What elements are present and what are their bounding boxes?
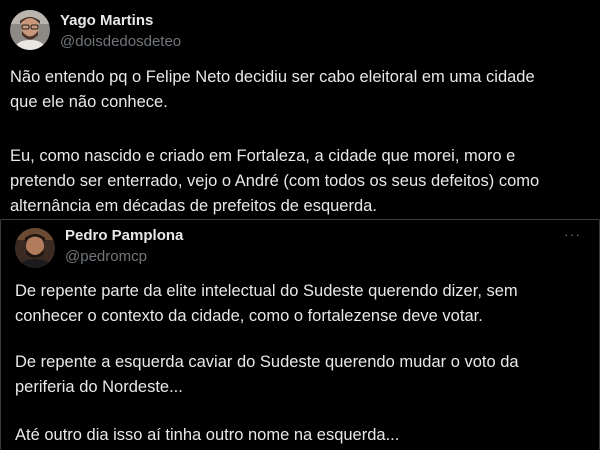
author-name[interactable]: Yago Martins <box>60 12 153 29</box>
tweet-text-line: que ele não conhece. <box>10 93 168 111</box>
tweet-text-line: periferia do Nordeste... <box>15 378 183 396</box>
tweet-text-line: Não entendo pq o Felipe Neto decidiu ser… <box>10 68 535 86</box>
tweet-text-line: pretendo ser enterrado, vejo o André (co… <box>10 172 540 190</box>
tweet-text-line: conhecer o contexto da cidade, como o fo… <box>15 307 483 325</box>
tweet-text-line: De repente a esquerda caviar do Sudeste … <box>15 353 519 371</box>
author-handle[interactable]: @doisdedosdeteo <box>60 33 181 50</box>
author-name[interactable]: Pedro Pamplona <box>65 227 183 244</box>
tweet-text-line: De repente parte da elite intelectual do… <box>15 282 518 300</box>
tweet-text-line: alternância em décadas de prefeitos de e… <box>10 197 377 215</box>
tweet-yago-martins[interactable]: Yago Martins @doisdedosdeteo Não entendo… <box>0 0 600 222</box>
tweet-pedro-pamplona[interactable]: Pedro Pamplona @pedromcp ··· De repente … <box>0 219 600 450</box>
avatar[interactable] <box>15 228 55 268</box>
avatar-photo-icon <box>15 228 55 268</box>
avatar-photo-icon <box>10 10 50 50</box>
tweet-text-line: Eu, como nascido e criado em Fortaleza, … <box>10 147 516 165</box>
more-options-icon[interactable]: ··· <box>564 226 581 242</box>
avatar[interactable] <box>10 10 50 50</box>
tweet-text-line: Até outro dia isso aí tinha outro nome n… <box>15 426 400 444</box>
author-handle[interactable]: @pedromcp <box>65 248 147 265</box>
